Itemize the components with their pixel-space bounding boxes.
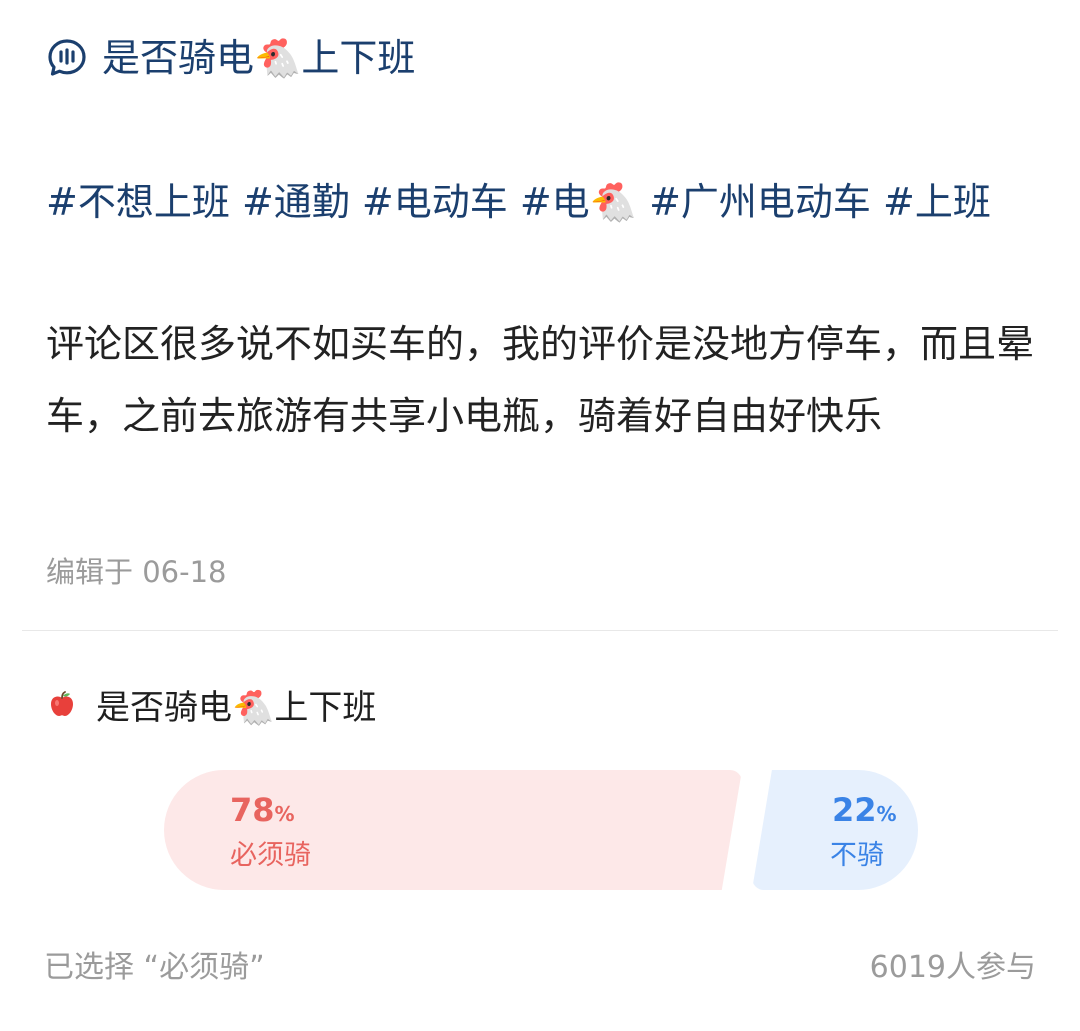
divider [22,630,1058,631]
post-title: 是否骑电🐔上下班 [102,36,416,80]
poll-bar: 78% 必须骑 22% 不骑 [164,770,918,890]
poll-option-no-ride[interactable]: 22% 不骑 [752,770,918,890]
hashtag-link[interactable]: #上班 [883,180,991,224]
chat-bubble-icon [48,39,86,76]
poll-option-percent: 78% [230,791,295,829]
hashtag-link[interactable]: #通勤 [242,180,350,224]
post-body: 评论区很多说不如买车的，我的评价是没地方停车，而且晕车，之前去旅游有共享小电瓶，… [46,322,1035,438]
poll-option-must-ride[interactable]: 78% 必须骑 [164,770,742,890]
hashtag-link[interactable]: #电🐔 [520,180,637,224]
red-apple-icon [51,691,73,716]
poll-title: 是否骑电🐔上下班 [96,687,377,728]
hashtag-link[interactable]: #广州电动车 [649,180,871,224]
post-title-row: 是否骑电🐔上下班 [46,28,415,88]
poll-option-label: 必须骑 [230,840,311,871]
poll-selected-status: 已选择 “必须骑” [44,950,265,985]
hashtag-list: #不想上班 #通勤 #电动车 #电🐔 #广州电动车 #上班 [46,168,1036,236]
poll-option-percent: 22% [832,791,897,829]
poll-participant-count: 6019人参与 [869,950,1036,985]
poll-title-row: 是否骑电🐔上下班 [48,678,376,730]
hashtag-link[interactable]: #不想上班 [46,180,230,224]
poll-option-label: 不骑 [830,840,884,871]
edit-timestamp: 编辑于 06-18 [46,555,227,589]
hashtag-link[interactable]: #电动车 [362,180,508,224]
